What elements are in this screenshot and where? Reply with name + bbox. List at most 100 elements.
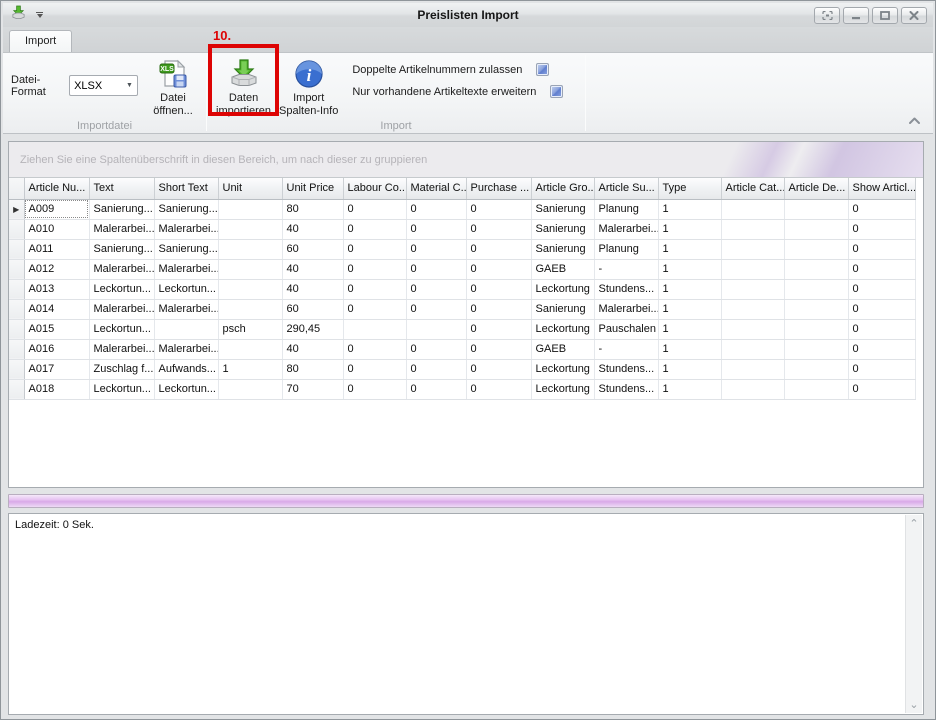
- cell[interactable]: 1: [218, 359, 282, 379]
- cell[interactable]: Malerarbei...: [154, 259, 218, 279]
- cell[interactable]: 0: [466, 279, 531, 299]
- cell[interactable]: 1: [658, 359, 721, 379]
- cell[interactable]: [721, 319, 784, 339]
- cell[interactable]: Planung: [594, 199, 658, 219]
- cell[interactable]: [784, 359, 848, 379]
- cell[interactable]: 0: [343, 359, 406, 379]
- cell[interactable]: Malerarbei...: [154, 299, 218, 319]
- cell[interactable]: [721, 239, 784, 259]
- cell[interactable]: 0: [406, 279, 466, 299]
- cell[interactable]: Stundens...: [594, 379, 658, 399]
- cell[interactable]: Malerarbei...: [154, 219, 218, 239]
- cell[interactable]: 0: [848, 359, 916, 379]
- column-header[interactable]: Unit Price: [282, 178, 343, 199]
- row-indicator-cell[interactable]: [9, 299, 24, 319]
- row-indicator-cell[interactable]: [9, 339, 24, 359]
- cell[interactable]: [218, 279, 282, 299]
- cell[interactable]: Leckortun...: [154, 279, 218, 299]
- row-indicator-cell[interactable]: [9, 359, 24, 379]
- column-header[interactable]: Article Su...: [594, 178, 658, 199]
- row-indicator-cell[interactable]: [9, 259, 24, 279]
- cell[interactable]: 1: [658, 339, 721, 359]
- cell[interactable]: [721, 379, 784, 399]
- cell[interactable]: Sanierung: [531, 299, 594, 319]
- cell[interactable]: 0: [848, 339, 916, 359]
- cell[interactable]: 60: [282, 239, 343, 259]
- cell[interactable]: Leckortung: [531, 379, 594, 399]
- cell[interactable]: [343, 319, 406, 339]
- cell[interactable]: 1: [658, 279, 721, 299]
- cell[interactable]: A018: [24, 379, 89, 399]
- cell[interactable]: [721, 199, 784, 219]
- cell[interactable]: A017: [24, 359, 89, 379]
- cell[interactable]: 60: [282, 299, 343, 319]
- column-header[interactable]: Show Articl...: [848, 178, 916, 199]
- cell[interactable]: 1: [658, 259, 721, 279]
- cell[interactable]: 0: [848, 199, 916, 219]
- cell[interactable]: A010: [24, 219, 89, 239]
- cell[interactable]: [218, 299, 282, 319]
- cell[interactable]: Sanierung...: [89, 239, 154, 259]
- row-indicator-cell[interactable]: [9, 379, 24, 399]
- cell[interactable]: 0: [848, 239, 916, 259]
- cell[interactable]: [784, 279, 848, 299]
- scroll-down-icon[interactable]: ⌄: [906, 696, 922, 713]
- cell[interactable]: Leckortung: [531, 359, 594, 379]
- cell[interactable]: -: [594, 339, 658, 359]
- close-button[interactable]: [901, 7, 927, 24]
- minimize-button[interactable]: [843, 7, 869, 24]
- open-file-button[interactable]: XLS Datei öffnen...: [142, 56, 204, 119]
- cell[interactable]: [721, 259, 784, 279]
- cell[interactable]: psch: [218, 319, 282, 339]
- cell[interactable]: A015: [24, 319, 89, 339]
- cell[interactable]: [218, 259, 282, 279]
- cell[interactable]: [721, 299, 784, 319]
- cell[interactable]: Malerarbei...: [154, 339, 218, 359]
- column-header[interactable]: Material C...: [406, 178, 466, 199]
- cell[interactable]: 1: [658, 299, 721, 319]
- cell[interactable]: Malerarbei...: [594, 299, 658, 319]
- cell[interactable]: Leckortun...: [89, 319, 154, 339]
- cell[interactable]: 0: [466, 299, 531, 319]
- cell[interactable]: Pauschalen: [594, 319, 658, 339]
- cell[interactable]: 1: [658, 379, 721, 399]
- cell[interactable]: [721, 279, 784, 299]
- cell[interactable]: A016: [24, 339, 89, 359]
- cell[interactable]: [218, 199, 282, 219]
- cell[interactable]: 1: [658, 219, 721, 239]
- row-indicator-cell[interactable]: ▶: [9, 199, 24, 219]
- cell[interactable]: Sanierung...: [154, 199, 218, 219]
- column-header[interactable]: Article Nu...: [24, 178, 89, 199]
- cell[interactable]: GAEB: [531, 339, 594, 359]
- cell[interactable]: Sanierung...: [154, 239, 218, 259]
- log-scrollbar[interactable]: ⌃ ⌄: [905, 515, 922, 713]
- cell[interactable]: Malerarbei...: [89, 259, 154, 279]
- cell[interactable]: Stundens...: [594, 279, 658, 299]
- fit-window-button[interactable]: [814, 7, 840, 24]
- import-data-button[interactable]: Daten importieren: [212, 56, 275, 119]
- cell[interactable]: 40: [282, 279, 343, 299]
- cell[interactable]: [218, 379, 282, 399]
- cell[interactable]: [784, 219, 848, 239]
- cell[interactable]: [218, 219, 282, 239]
- cell[interactable]: [721, 219, 784, 239]
- cell[interactable]: 1: [658, 319, 721, 339]
- cell[interactable]: 0: [406, 199, 466, 219]
- cell[interactable]: [721, 339, 784, 359]
- cell[interactable]: Leckortun...: [89, 379, 154, 399]
- cell[interactable]: 0: [848, 299, 916, 319]
- cell[interactable]: 0: [466, 239, 531, 259]
- cell[interactable]: Malerarbei...: [89, 299, 154, 319]
- cell[interactable]: Leckortun...: [154, 379, 218, 399]
- column-header[interactable]: Text: [89, 178, 154, 199]
- cell[interactable]: 80: [282, 199, 343, 219]
- cell[interactable]: 0: [466, 259, 531, 279]
- cell[interactable]: Leckortung: [531, 319, 594, 339]
- cell[interactable]: 0: [406, 379, 466, 399]
- column-header[interactable]: Article Gro...: [531, 178, 594, 199]
- cell[interactable]: 0: [466, 219, 531, 239]
- cell[interactable]: 0: [466, 339, 531, 359]
- column-header[interactable]: Labour Co...: [343, 178, 406, 199]
- cell[interactable]: A011: [24, 239, 89, 259]
- cell[interactable]: A009: [24, 199, 89, 219]
